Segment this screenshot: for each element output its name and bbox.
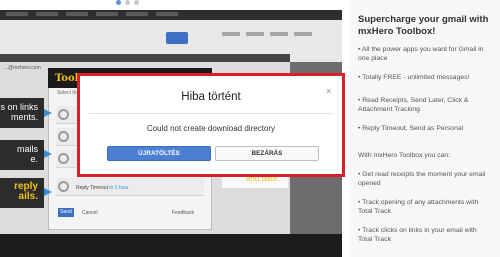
dialog-divider	[89, 113, 333, 114]
feature-line: Total Track	[358, 236, 391, 243]
sidebar-title: Supercharge your gmail with mxHero Toolb…	[358, 14, 489, 37]
carousel-dot-2[interactable]	[125, 0, 130, 5]
carousel-dot-3[interactable]	[134, 0, 139, 5]
feature-line: opened	[358, 180, 381, 187]
gmail-search-button	[166, 32, 188, 44]
send-button: Send	[58, 208, 74, 217]
feature-line: one place	[358, 55, 388, 62]
feature-line: • Read Receipts, Send Later, Click &	[358, 97, 469, 104]
cancel-link: Cancel	[82, 210, 98, 216]
feature-line: • Totally FREE - unlimited messages!	[358, 74, 470, 81]
dialog-title: Hiba történt	[181, 91, 241, 103]
reply-timeout-line: Reply Timeout in 1 hour	[76, 185, 129, 191]
reply-timeout-value: in 1 hour	[109, 185, 129, 191]
toolbox-select-label: Select the	[57, 90, 80, 96]
reply-timeout-label: Reply Timeout	[76, 185, 108, 191]
callout-emails: mails e.	[0, 140, 44, 170]
callout-reply: reply ails.	[0, 178, 44, 208]
compose-header	[0, 54, 290, 62]
error-dialog: Hiba történt × Could not create download…	[81, 79, 341, 173]
gmail-account-links	[222, 32, 312, 36]
feature-line: Total Track	[358, 208, 391, 215]
feature-line: • Track clicks on links in your email wi…	[358, 227, 477, 234]
feedback-link: Feedback	[172, 210, 194, 216]
feature-line: • Track opening of any attachments with	[358, 199, 479, 206]
gmail-bottom-bar	[0, 234, 342, 257]
page-root: ...@mxhero.com Toolbo Select the Reply T…	[0, 0, 500, 257]
retry-button[interactable]: ÚJRATÖLTÉS	[107, 146, 211, 161]
callout-arrow	[44, 150, 52, 158]
feature-line: • Get read receipts the moment your emai…	[358, 171, 486, 178]
feature-line: Attachment Tracking	[358, 106, 420, 113]
close-icon[interactable]: ×	[326, 86, 331, 96]
close-button[interactable]: BEZÁRÁS	[215, 146, 319, 161]
callout-arrow	[44, 109, 52, 117]
gmail-top-bar	[0, 10, 342, 20]
carousel-dots	[116, 0, 139, 6]
carousel-dot-1[interactable]	[116, 0, 121, 5]
callout-links: s on links ments.	[0, 98, 44, 128]
feature-line: With mxHero Toolbox you can:	[358, 152, 451, 159]
feature-line: • All the power apps you want for Gmail …	[358, 46, 484, 53]
callout-arrow	[44, 188, 52, 196]
compose-email-address: ...@mxhero.com	[4, 65, 41, 71]
feature-line: • Reply Timeout, Send as Personal	[358, 125, 464, 132]
dialog-message: Could not create download directory	[146, 124, 276, 133]
